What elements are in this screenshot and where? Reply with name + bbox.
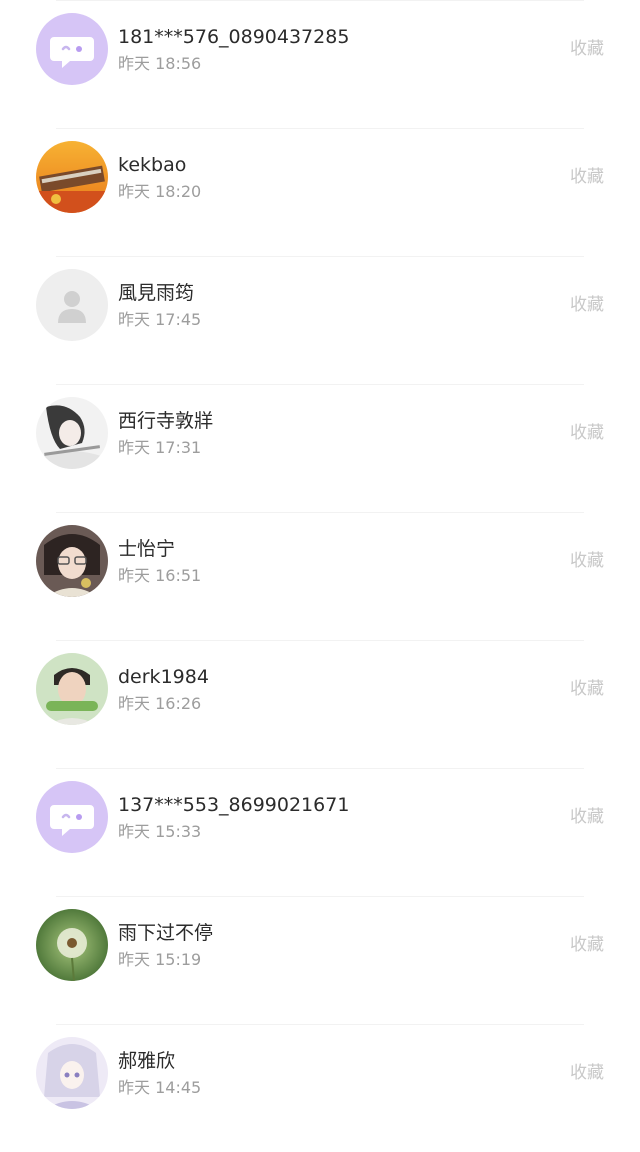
chat-bubble-icon[interactable] xyxy=(36,13,108,85)
list-item[interactable]: 137***553_8699021671 昨天 15:33 收藏 xyxy=(0,768,640,896)
divider xyxy=(56,896,584,897)
collect-button[interactable]: 收藏 xyxy=(570,421,604,445)
collect-button[interactable]: 收藏 xyxy=(570,37,604,61)
list-item[interactable]: derk1984 昨天 16:26 收藏 xyxy=(0,640,640,768)
avatar[interactable] xyxy=(36,909,108,981)
visit-time: 昨天 14:45 xyxy=(118,1078,202,1097)
avatar[interactable] xyxy=(36,653,108,725)
visit-time: 昨天 18:20 xyxy=(118,182,202,201)
divider xyxy=(56,640,584,641)
visit-time: 昨天 17:31 xyxy=(118,438,202,457)
avatar[interactable] xyxy=(36,141,108,213)
divider xyxy=(56,768,584,769)
user-name: 郝雅欣 xyxy=(118,1050,176,1072)
collect-button[interactable]: 收藏 xyxy=(570,1061,604,1085)
collect-button[interactable]: 收藏 xyxy=(570,805,604,829)
list-item[interactable]: 風見雨筠 昨天 17:45 收藏 xyxy=(0,256,640,384)
list-item[interactable]: kekbao 昨天 18:20 收藏 xyxy=(0,128,640,256)
collect-button[interactable]: 收藏 xyxy=(570,933,604,957)
divider xyxy=(56,256,584,257)
default-person-icon[interactable] xyxy=(36,269,108,341)
user-name: 西行寺敦牂 xyxy=(118,410,214,432)
divider xyxy=(56,512,584,513)
user-name: kekbao xyxy=(118,154,187,176)
avatar[interactable] xyxy=(36,525,108,597)
avatar[interactable] xyxy=(36,397,108,469)
user-name: 風見雨筠 xyxy=(118,282,195,304)
collect-button[interactable]: 收藏 xyxy=(570,293,604,317)
collect-button[interactable]: 收藏 xyxy=(570,549,604,573)
visit-time: 昨天 17:45 xyxy=(118,310,202,329)
avatar[interactable] xyxy=(36,1037,108,1109)
user-name: 士怡宁 xyxy=(118,538,176,560)
divider xyxy=(56,0,584,1)
visit-time: 昨天 16:26 xyxy=(118,694,202,713)
divider xyxy=(56,384,584,385)
list-item[interactable]: 雨下过不停 昨天 15:19 收藏 xyxy=(0,896,640,1024)
collect-button[interactable]: 收藏 xyxy=(570,677,604,701)
chat-bubble-icon[interactable] xyxy=(36,781,108,853)
list-item[interactable]: 西行寺敦牂 昨天 17:31 收藏 xyxy=(0,384,640,512)
user-name: 137***553_8699021671 xyxy=(118,794,350,816)
visit-time: 昨天 15:19 xyxy=(118,950,202,969)
visit-time: 昨天 18:56 xyxy=(118,54,202,73)
list-item[interactable]: 士怡宁 昨天 16:51 收藏 xyxy=(0,512,640,640)
list-item[interactable]: 181***576_0890437285 昨天 18:56 收藏 xyxy=(0,0,640,128)
user-name: derk1984 xyxy=(118,666,209,688)
divider xyxy=(56,128,584,129)
user-name: 181***576_0890437285 xyxy=(118,26,350,48)
divider xyxy=(56,1024,584,1025)
visit-time: 昨天 15:33 xyxy=(118,822,202,841)
collect-button[interactable]: 收藏 xyxy=(570,165,604,189)
visit-time: 昨天 16:51 xyxy=(118,566,202,585)
user-name: 雨下过不停 xyxy=(118,922,214,944)
